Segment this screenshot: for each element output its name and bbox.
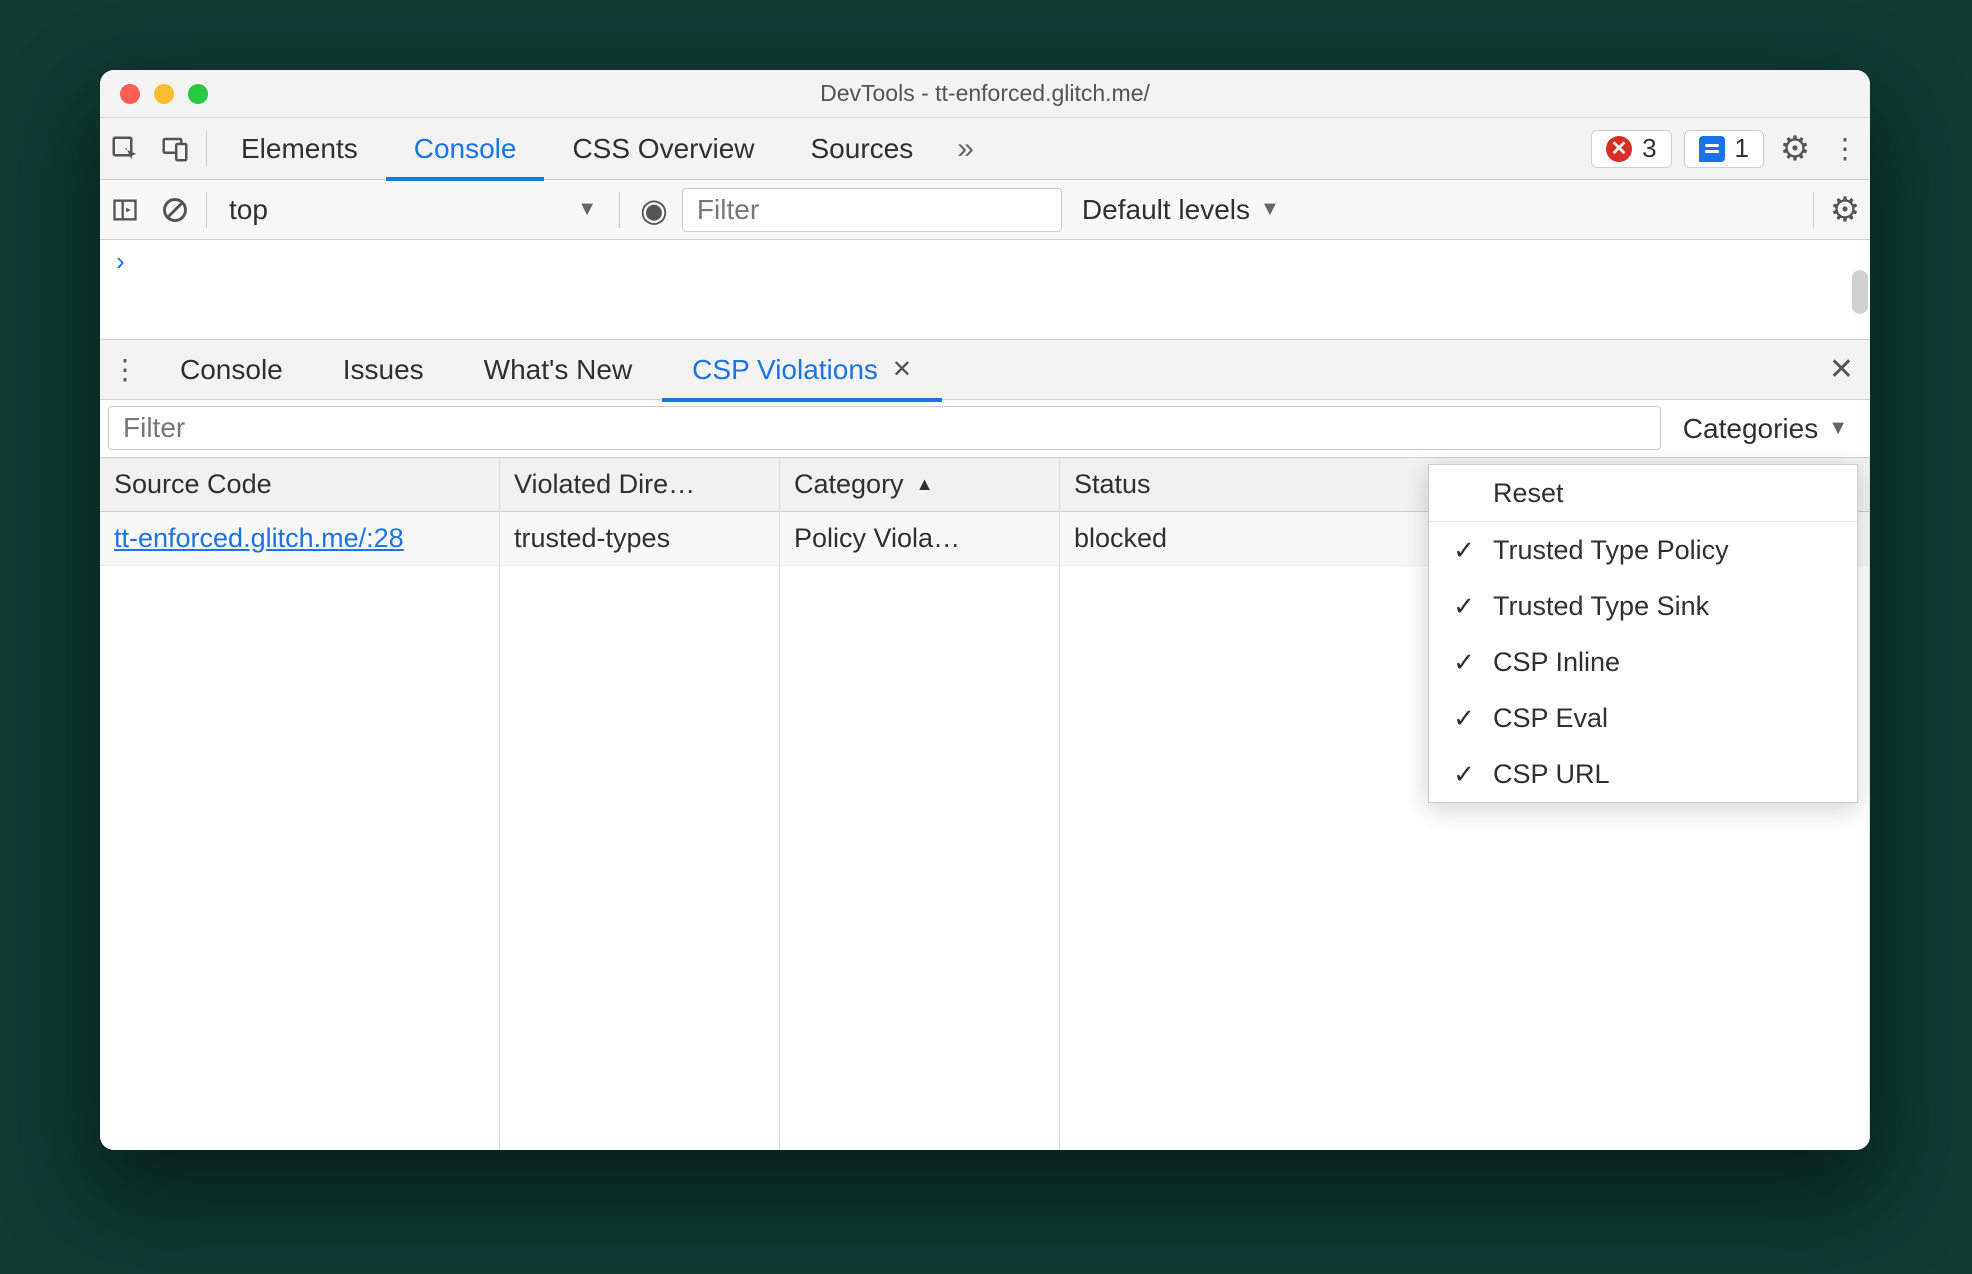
main-tab-bar: Elements Console CSS Overview Sources » … xyxy=(100,118,1870,180)
dropdown-icon: ▼ xyxy=(1828,417,1848,440)
close-drawer-icon[interactable]: ✕ xyxy=(1813,352,1870,387)
check-icon: ✓ xyxy=(1451,591,1477,622)
cell-category: Policy Viola… xyxy=(780,512,1059,566)
th-label: Category xyxy=(794,469,904,500)
console-filter-input[interactable]: Filter xyxy=(682,188,1062,232)
tab-label: CSP Violations xyxy=(692,354,878,386)
check-icon: ✓ xyxy=(1451,703,1477,734)
option-label: CSP URL xyxy=(1493,759,1610,790)
separator xyxy=(206,192,207,228)
drawer-kebab-icon[interactable]: ⋮ xyxy=(100,339,150,401)
log-levels-selector[interactable]: Default levels ▼ xyxy=(1062,194,1300,226)
categories-popup: Reset ✓ Trusted Type Policy ✓ Trusted Ty… xyxy=(1428,464,1858,803)
tab-elements[interactable]: Elements xyxy=(213,118,386,180)
sort-asc-icon: ▲ xyxy=(916,474,934,495)
dropdown-icon: ▼ xyxy=(1260,198,1280,221)
show-sidebar-icon[interactable] xyxy=(100,179,150,241)
devtools-window: DevTools - tt-enforced.glitch.me/ Elemen… xyxy=(100,70,1870,1150)
more-tabs-icon[interactable]: » xyxy=(941,132,990,166)
separator xyxy=(1813,192,1814,228)
separator xyxy=(619,192,620,228)
th-label: Violated Dire… xyxy=(514,469,695,500)
categories-reset[interactable]: Reset xyxy=(1429,465,1857,521)
context-selector[interactable]: top ▼ xyxy=(213,194,613,226)
error-count: 3 xyxy=(1642,133,1656,164)
tab-label: Issues xyxy=(343,354,424,386)
toggle-device-toolbar-icon[interactable] xyxy=(150,118,200,180)
drawer-tab-console[interactable]: Console xyxy=(150,339,313,401)
cell-source-link[interactable]: tt-enforced.glitch.me/:28 xyxy=(100,512,499,566)
tab-css-overview[interactable]: CSS Overview xyxy=(544,118,782,180)
option-label: Trusted Type Policy xyxy=(1493,535,1729,566)
check-icon: ✓ xyxy=(1451,535,1477,566)
category-option-trusted-type-policy[interactable]: ✓ Trusted Type Policy xyxy=(1429,522,1857,578)
column-header-source[interactable]: Source Code xyxy=(100,458,499,512)
reset-label: Reset xyxy=(1493,478,1564,509)
category-option-trusted-type-sink[interactable]: ✓ Trusted Type Sink xyxy=(1429,578,1857,634)
drawer-tab-bar: ⋮ Console Issues What's New CSP Violatio… xyxy=(100,340,1870,400)
tab-label: Elements xyxy=(241,133,358,165)
categories-dropdown[interactable]: Categories ▼ xyxy=(1661,400,1870,457)
th-label: Status xyxy=(1074,469,1151,500)
cell-directive: trusted-types xyxy=(500,512,779,566)
live-expression-icon[interactable]: ◉ xyxy=(626,191,682,229)
csp-filter-bar: Filter Categories ▼ xyxy=(100,400,1870,458)
clear-console-icon[interactable] xyxy=(150,179,200,241)
separator xyxy=(206,131,207,167)
drawer-tab-csp-violations[interactable]: CSP Violations ✕ xyxy=(662,339,942,401)
error-icon: ✕ xyxy=(1606,136,1632,162)
tab-label: CSS Overview xyxy=(572,133,754,165)
tab-label: Console xyxy=(180,354,283,386)
tab-console[interactable]: Console xyxy=(386,118,545,180)
csp-filter-input[interactable]: Filter xyxy=(108,406,1661,450)
category-option-csp-inline[interactable]: ✓ CSP Inline xyxy=(1429,634,1857,690)
column-header-category[interactable]: Category ▲ xyxy=(780,458,1059,512)
inspect-element-icon[interactable] xyxy=(100,118,150,180)
tab-label: What's New xyxy=(484,354,633,386)
settings-icon[interactable]: ⚙ xyxy=(1770,118,1820,180)
tab-label: Sources xyxy=(811,133,914,165)
tab-label: Console xyxy=(414,133,517,165)
context-value: top xyxy=(229,194,268,226)
check-icon: ✓ xyxy=(1451,759,1477,790)
drawer-tab-issues[interactable]: Issues xyxy=(313,339,454,401)
levels-label: Default levels xyxy=(1082,194,1250,226)
kebab-menu-icon[interactable]: ⋮ xyxy=(1820,118,1870,180)
console-body[interactable]: › xyxy=(100,240,1870,340)
th-label: Source Code xyxy=(114,469,272,500)
message-icon xyxy=(1699,136,1725,162)
title-bar: DevTools - tt-enforced.glitch.me/ xyxy=(100,70,1870,118)
prompt-caret-icon: › xyxy=(116,246,125,277)
categories-label: Categories xyxy=(1683,413,1818,445)
option-label: Trusted Type Sink xyxy=(1493,591,1709,622)
column-header-directive[interactable]: Violated Dire… xyxy=(500,458,779,512)
window-title: DevTools - tt-enforced.glitch.me/ xyxy=(100,80,1870,107)
option-label: CSP Eval xyxy=(1493,703,1608,734)
console-toolbar: top ▼ ◉ Filter Default levels ▼ ⚙ xyxy=(100,180,1870,240)
csp-violations-table: Source Code tt-enforced.glitch.me/:28 Vi… xyxy=(100,458,1870,1150)
message-count-badge[interactable]: 1 xyxy=(1684,130,1764,168)
close-tab-icon[interactable]: ✕ xyxy=(892,355,912,384)
scrollbar-thumb[interactable] xyxy=(1852,270,1868,314)
category-option-csp-eval[interactable]: ✓ CSP Eval xyxy=(1429,690,1857,746)
check-icon: ✓ xyxy=(1451,647,1477,678)
option-label: CSP Inline xyxy=(1493,647,1620,678)
message-count: 1 xyxy=(1735,133,1749,164)
tab-sources[interactable]: Sources xyxy=(783,118,942,180)
dropdown-icon: ▼ xyxy=(577,198,597,221)
category-option-csp-url[interactable]: ✓ CSP URL xyxy=(1429,746,1857,802)
error-count-badge[interactable]: ✕ 3 xyxy=(1591,130,1671,168)
console-settings-icon[interactable]: ⚙ xyxy=(1820,179,1870,241)
drawer-tab-whats-new[interactable]: What's New xyxy=(454,339,663,401)
